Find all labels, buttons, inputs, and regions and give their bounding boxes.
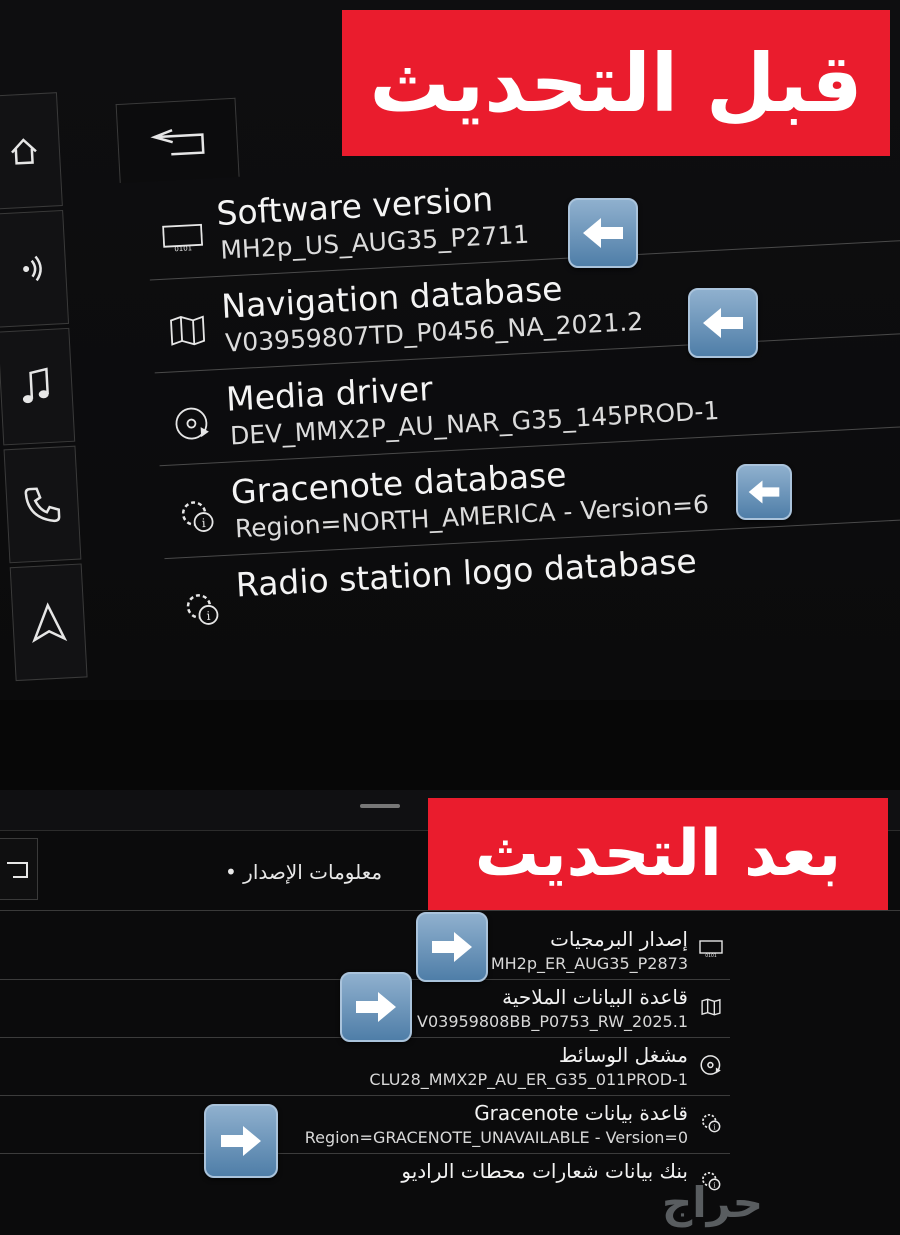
after-update-banner: بعد التحديث	[428, 798, 888, 910]
item-title: قاعدة البيانات الملاحية	[502, 985, 688, 1009]
item-title: إصدار البرمجيات	[550, 927, 688, 951]
back-button[interactable]	[0, 838, 38, 900]
list-item[interactable]: بنك بيانات شعارات محطات الراديو i	[0, 1154, 730, 1211]
breadcrumb: معلومات الإصدار •	[225, 860, 383, 884]
item-title: مشغل الوسائط	[558, 1043, 688, 1067]
right-arrow-icon	[204, 1104, 278, 1178]
software-icon: 0101	[698, 936, 724, 962]
item-value: CLU28_MMX2P_AU_ER_G35_011PROD-1	[369, 1070, 688, 1089]
side-nav	[0, 92, 91, 690]
item-title: قاعدة بيانات Gracenote	[474, 1101, 688, 1125]
music-note-icon[interactable]	[0, 327, 76, 446]
svg-text:0101: 0101	[705, 953, 717, 958]
right-arrow-icon	[340, 972, 412, 1042]
watermark-logo: حراج	[662, 1178, 764, 1227]
back-arrow-icon	[7, 862, 28, 878]
phone-icon[interactable]	[3, 445, 82, 564]
gear-info-icon: i	[181, 590, 223, 628]
gear-info-icon: i	[698, 1110, 724, 1136]
item-value: Region=GRACENOTE_UNAVAILABLE - Version=0	[304, 1128, 688, 1147]
back-arrow-icon	[150, 129, 205, 156]
item-value: V03959808BB_P0753_RW_2025.1	[417, 1012, 688, 1031]
map-icon	[167, 312, 209, 350]
item-title: Radio station logo database	[234, 541, 698, 605]
version-info-list: إصدار البرمجيات MH2p_ER_AUG35_P2873 0101…	[0, 922, 730, 1211]
media-disc-icon	[172, 404, 214, 442]
svg-text:0101: 0101	[174, 244, 192, 253]
item-title: بنك بيانات شعارات محطات الراديو	[401, 1159, 688, 1183]
map-icon	[698, 994, 724, 1020]
item-value: MH2p_ER_AUG35_P2873	[490, 954, 688, 973]
list-item[interactable]: قاعدة بيانات Gracenote Region=GRACENOTE_…	[0, 1096, 730, 1154]
after-update-screen: معلومات الإصدار • إصدار البرمجيات MH2p_E…	[0, 790, 900, 1235]
left-arrow-icon	[688, 288, 758, 358]
list-item[interactable]: مشغل الوسائط CLU28_MMX2P_AU_ER_G35_011PR…	[0, 1038, 730, 1096]
software-icon: 0101	[162, 219, 204, 257]
pull-down-handle[interactable]	[360, 804, 400, 808]
before-update-banner: قبل التحديث	[342, 10, 890, 156]
right-arrow-icon	[416, 912, 488, 982]
media-disc-icon	[698, 1052, 724, 1078]
left-arrow-icon	[568, 198, 638, 268]
radio-icon[interactable]	[0, 209, 70, 328]
gear-info-icon: i	[176, 497, 218, 535]
before-update-screen: 0101 Software version MH2p_US_AUG35_P271…	[0, 0, 900, 700]
left-arrow-icon	[736, 464, 792, 520]
navigation-arrow-icon[interactable]	[9, 563, 88, 682]
home-icon[interactable]	[0, 92, 63, 210]
version-info-list: 0101 Software version MH2p_US_AUG35_P271…	[145, 146, 900, 652]
back-button[interactable]	[115, 97, 240, 183]
item-title: Media driver	[225, 368, 434, 419]
